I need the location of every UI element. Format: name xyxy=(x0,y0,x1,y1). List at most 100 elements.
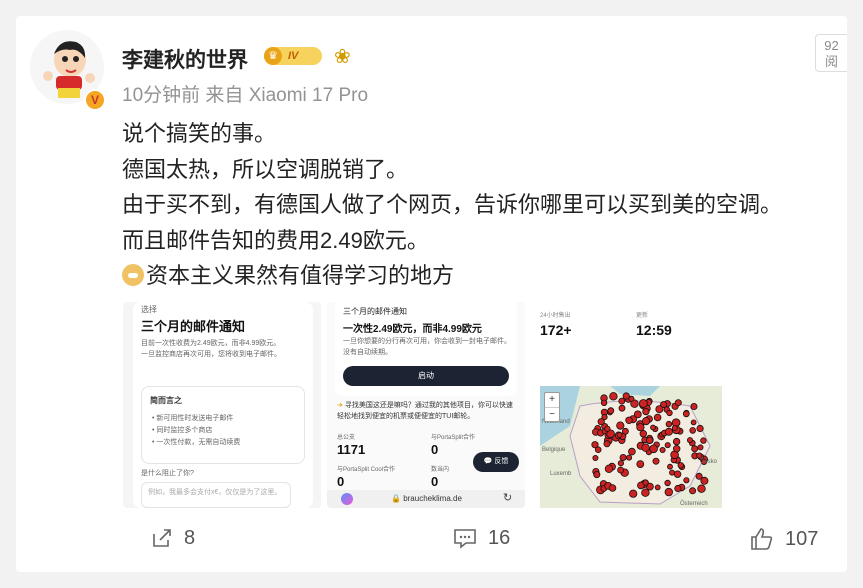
store-marker-icon[interactable] xyxy=(642,408,650,416)
reload-icon[interactable]: ↻ xyxy=(503,491,512,504)
store-marker-icon[interactable] xyxy=(608,484,617,492)
store-marker-icon[interactable] xyxy=(683,477,690,484)
body-line: 德国太热，所以空调脱销了。 xyxy=(122,156,409,182)
store-marker-icon[interactable] xyxy=(686,437,693,444)
stat-value: 1171 xyxy=(337,442,366,457)
store-marker-icon[interactable] xyxy=(691,445,699,453)
store-marker-icon[interactable] xyxy=(667,463,673,470)
price-line: 一次性2.49欧元，而非4.99欧元 xyxy=(343,324,482,335)
store-marker-icon[interactable] xyxy=(641,443,650,452)
post-image-2[interactable]: 三个月的邮件通知 一次性2.49欧元，而非4.99欧元 一旦你想要的分行再次可用… xyxy=(327,302,525,508)
store-marker-icon[interactable] xyxy=(622,427,629,435)
store-marker-icon[interactable] xyxy=(636,460,645,468)
store-marker-icon[interactable] xyxy=(616,432,623,438)
doge-emoji-icon xyxy=(122,264,144,286)
store-marker-icon[interactable] xyxy=(653,413,662,422)
store-marker-icon[interactable] xyxy=(689,487,697,495)
post-image-1[interactable]: 选择 三个月的邮件通知 目前一次性收费为2.49欧元，而非4.99欧元。一旦监控… xyxy=(123,302,321,508)
store-marker-icon[interactable] xyxy=(674,484,682,493)
level-badge[interactable]: ♛ IV xyxy=(264,47,322,65)
store-marker-icon[interactable] xyxy=(672,445,681,453)
store-marker-icon[interactable] xyxy=(641,488,650,497)
store-marker-icon[interactable] xyxy=(639,430,647,438)
store-marker-icon[interactable] xyxy=(677,462,684,469)
store-marker-icon[interactable] xyxy=(652,457,660,465)
store-marker-icon[interactable] xyxy=(654,484,661,491)
stat-label: 24小时售出 xyxy=(540,313,571,319)
store-marker-icon[interactable] xyxy=(649,444,658,454)
summary-title: 简而言之 xyxy=(150,396,182,405)
store-marker-icon[interactable] xyxy=(603,440,611,448)
store-marker-icon[interactable] xyxy=(690,419,697,426)
store-marker-icon[interactable] xyxy=(650,424,656,431)
store-marker-icon[interactable] xyxy=(666,409,673,417)
post-image-3[interactable]: 24小时售出 172+ 更新 12:59 Nederland Belgique … xyxy=(532,302,730,508)
store-marker-icon[interactable] xyxy=(622,392,630,400)
share-button[interactable]: 8 xyxy=(150,526,195,550)
store-marker-icon[interactable] xyxy=(639,399,648,408)
zoom-out-button[interactable]: − xyxy=(545,407,559,422)
store-marker-icon[interactable] xyxy=(609,392,618,401)
store-marker-icon[interactable] xyxy=(600,399,608,406)
zoom-in-button[interactable]: + xyxy=(545,393,559,407)
store-marker-icon[interactable] xyxy=(674,399,682,407)
store-marker-icon[interactable] xyxy=(696,424,704,433)
stat-value: 0 xyxy=(431,474,439,489)
comment-button[interactable]: 16 xyxy=(452,526,510,550)
store-marker-icon[interactable] xyxy=(616,421,625,430)
like-button[interactable]: 107 xyxy=(749,526,818,552)
store-marker-icon[interactable] xyxy=(682,410,690,418)
store-marker-icon[interactable] xyxy=(597,418,605,426)
store-marker-icon[interactable] xyxy=(618,404,626,412)
store-marker-icon[interactable] xyxy=(604,464,614,473)
store-marker-icon[interactable] xyxy=(642,416,651,426)
store-marker-icon[interactable] xyxy=(628,447,636,456)
store-marker-icon[interactable] xyxy=(697,444,704,451)
username[interactable]: 李建秋的世界 xyxy=(122,44,248,74)
store-marker-icon[interactable] xyxy=(618,397,626,405)
start-button[interactable]: 启动 xyxy=(343,366,509,386)
store-marker-icon[interactable] xyxy=(591,441,599,449)
store-marker-icon[interactable] xyxy=(673,470,682,478)
store-marker-icon[interactable] xyxy=(617,460,625,467)
store-marker-icon[interactable] xyxy=(700,437,707,444)
tip-text: ➜ 寻找美国这还是嘛吗？通过我的其他项目，你可以快速轻松地找到便宜的机票或便便宜… xyxy=(337,402,513,420)
store-marker-icon[interactable] xyxy=(626,454,633,461)
feedback-input[interactable]: 例如，我最多会支付x€，仅仅是为了这里。 xyxy=(141,482,291,508)
store-marker-icon[interactable] xyxy=(645,436,654,444)
store-marker-icon[interactable] xyxy=(607,407,615,415)
stat-label: 与PortaSplit Cool合作 xyxy=(337,467,396,473)
availability-map[interactable]: Nederland Belgique Luxemb Česko Österrei… xyxy=(540,386,722,508)
store-marker-icon[interactable] xyxy=(664,442,671,449)
feedback-button[interactable]: 💬 反馈 xyxy=(473,452,519,472)
store-marker-icon[interactable] xyxy=(664,427,673,436)
store-marker-icon[interactable] xyxy=(629,489,638,498)
store-marker-icon[interactable] xyxy=(619,454,627,462)
store-marker-icon[interactable] xyxy=(672,437,681,446)
panel-desc: 一旦你想要的分行再次可用，你会收到一封电子邮件。没有自动续期。 xyxy=(343,338,511,356)
store-marker-icon[interactable] xyxy=(664,487,673,497)
panel-title: 三个月的邮件通知 xyxy=(343,307,407,316)
store-marker-icon[interactable] xyxy=(664,479,671,487)
store-marker-icon[interactable] xyxy=(659,447,666,454)
store-marker-icon[interactable] xyxy=(689,427,697,434)
verified-badge-icon: V xyxy=(84,89,106,111)
store-marker-icon[interactable] xyxy=(655,405,664,414)
store-marker-icon[interactable] xyxy=(671,425,678,431)
url-bar[interactable]: 🔒 braucheklima.de xyxy=(391,493,462,505)
store-marker-icon[interactable] xyxy=(604,425,611,432)
store-marker-icon[interactable] xyxy=(700,476,709,485)
panel-title: 三个月的邮件通知 xyxy=(141,319,246,334)
store-marker-icon[interactable] xyxy=(669,469,676,476)
assistant-icon[interactable] xyxy=(341,493,353,505)
store-marker-icon[interactable] xyxy=(642,479,649,486)
store-marker-icon[interactable] xyxy=(665,420,673,428)
body-line: 而且邮件告知的费用2.49欧元。 xyxy=(122,227,429,253)
store-marker-icon[interactable] xyxy=(697,484,706,493)
store-marker-icon[interactable] xyxy=(690,402,698,410)
store-marker-icon[interactable] xyxy=(625,416,633,424)
store-marker-icon[interactable] xyxy=(636,423,645,432)
store-marker-icon[interactable] xyxy=(593,471,601,479)
store-marker-icon[interactable] xyxy=(592,455,599,462)
store-marker-icon[interactable] xyxy=(617,466,624,474)
